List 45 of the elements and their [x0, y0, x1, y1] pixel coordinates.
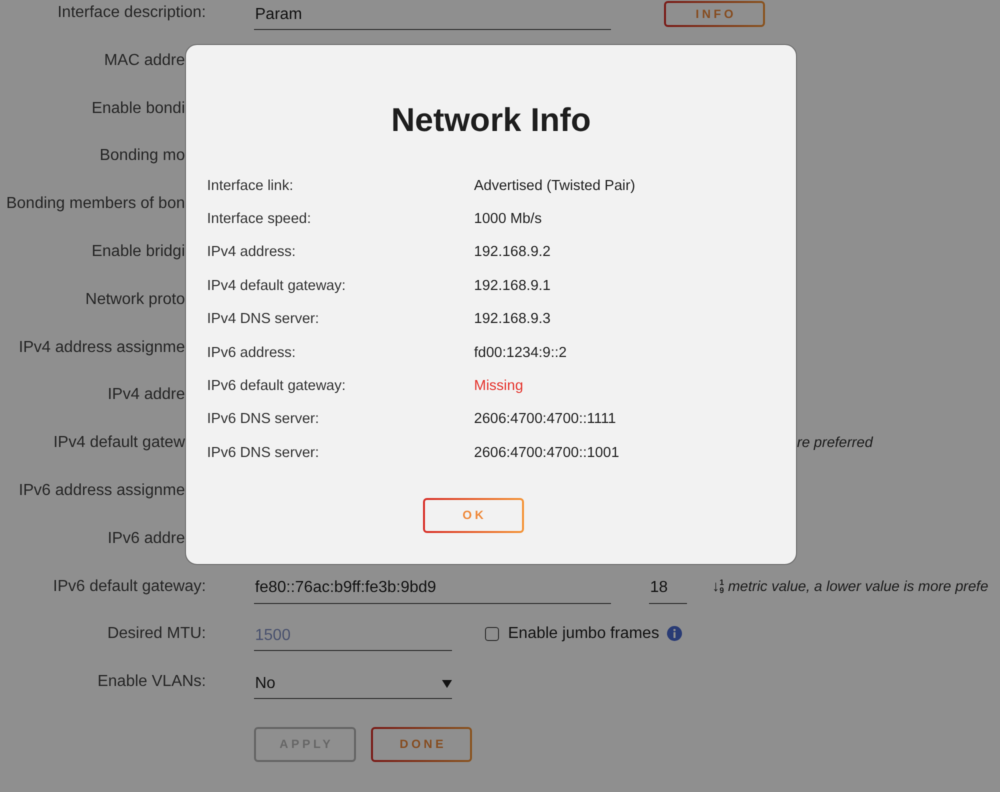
select-field[interactable]: No	[254, 669, 452, 700]
field-label: IPv6 address assignme	[18, 480, 185, 501]
field-label: IPv4 addre	[106, 385, 185, 406]
field-label: Bonding members of bon	[5, 194, 185, 214]
info-label: IPv6 default gateway:	[207, 378, 347, 394]
field-label: Enable bondi	[90, 98, 185, 119]
mtu-field[interactable]: 1500	[254, 621, 452, 652]
field-label: IPv4 address assignme	[18, 338, 185, 358]
text-field[interactable]: fe80::76ac:b9ff:fe3b:9bd9	[254, 574, 611, 604]
field-label: Enable VLANs:	[96, 672, 206, 692]
field-label: IPv6 addre	[106, 528, 185, 549]
field-label: MAC addre	[103, 50, 185, 71]
field-label: Enable bridgi	[90, 242, 185, 262]
info-value: 1000 Mb/s	[474, 211, 542, 228]
field-label: Network proto	[84, 290, 185, 310]
info-value: 2606:4700:4700::1111	[474, 411, 616, 428]
field-label: Desired MTU:	[106, 624, 206, 644]
text-field[interactable]: Param	[254, 0, 611, 30]
checkbox[interactable]	[485, 627, 499, 642]
info-value: Advertised (Twisted Pair)	[474, 178, 636, 194]
info-icon[interactable]	[667, 626, 682, 642]
info-value: 192.168.9.1	[474, 278, 551, 294]
info-label: IPv4 default gateway:	[207, 278, 347, 294]
info-label: Interface speed:	[207, 211, 312, 228]
field-label: Interface description:	[56, 3, 206, 23]
checkbox-label[interactable]: Enable jumbo frames	[508, 621, 660, 648]
dialog-title: Network Info	[390, 100, 592, 140]
info-label: IPv6 address:	[207, 344, 297, 361]
metric-field[interactable]: 18	[649, 574, 687, 604]
info-value: 192.168.9.2	[474, 244, 551, 260]
field-label: Bonding mo	[98, 146, 185, 166]
field-label: IPv4 default gatew	[52, 433, 185, 454]
info-label: IPv4 DNS server:	[207, 311, 320, 328]
info-label: IPv4 address:	[207, 244, 297, 260]
hint-text: metric value, a lower value is more prefe	[728, 578, 988, 597]
caret-icon	[442, 680, 452, 688]
field-label: IPv6 default gateway:	[52, 576, 206, 597]
info-value: Missing	[474, 378, 524, 394]
info-label: Interface link:	[207, 178, 294, 194]
info-value: 192.168.9.3	[474, 311, 551, 328]
info-value: 2606:4700:4700::1001	[474, 444, 620, 461]
info-value: fd00:1234:9::2	[474, 344, 567, 361]
info-label: IPv6 DNS server:	[207, 444, 320, 461]
hint-text: re preferred	[797, 434, 873, 454]
info-label: IPv6 DNS server:	[207, 411, 320, 428]
